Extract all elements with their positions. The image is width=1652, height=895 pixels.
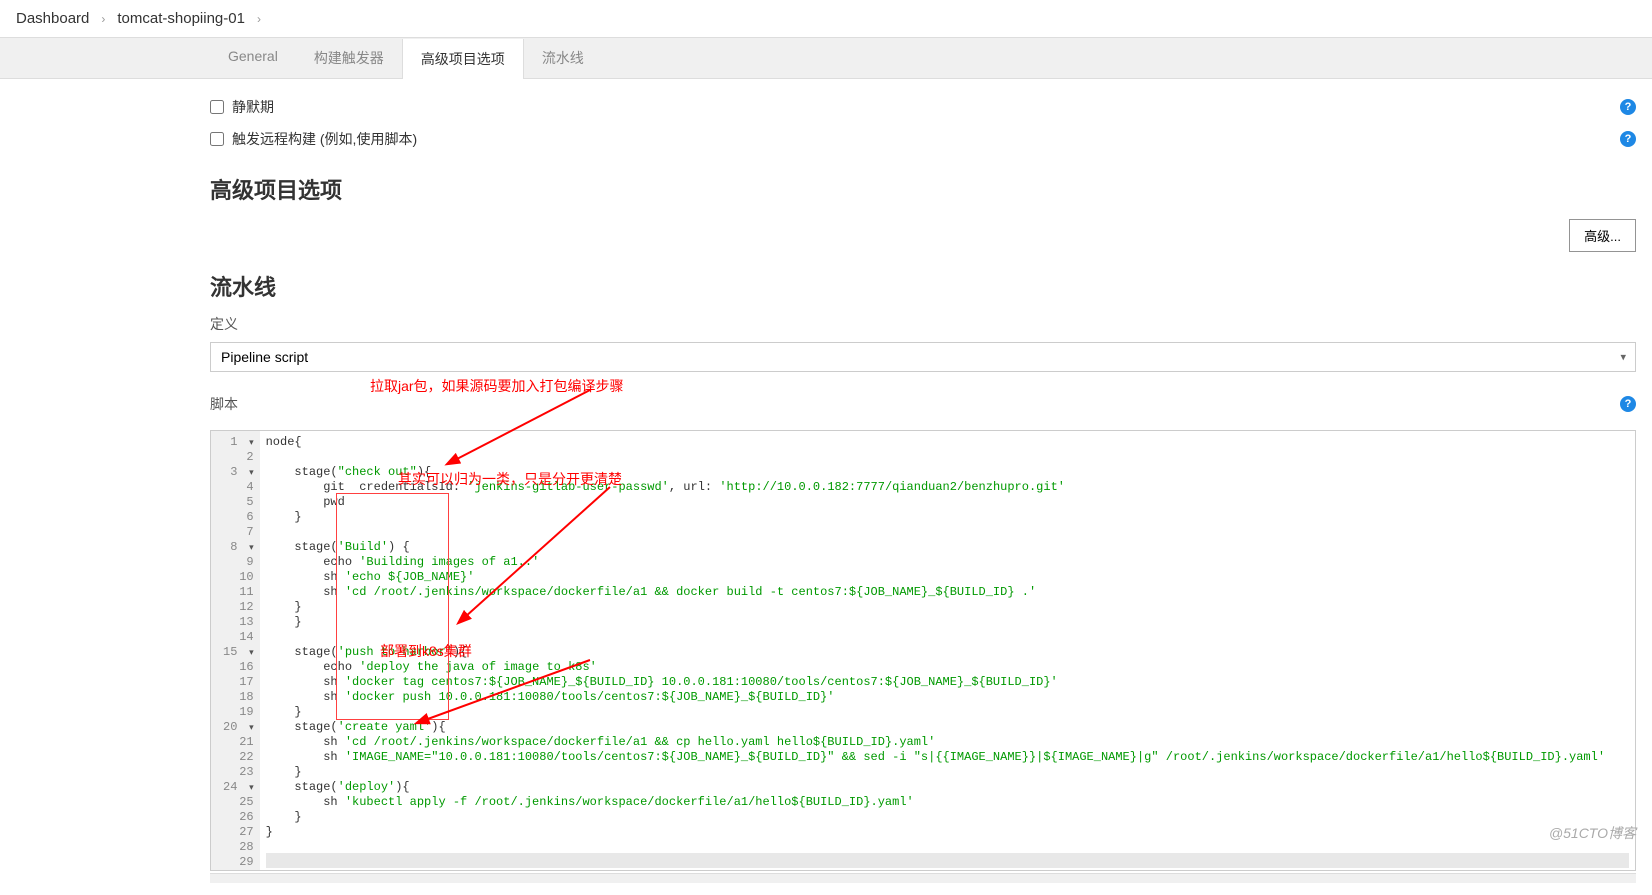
remote-trigger-checkbox[interactable] xyxy=(210,132,224,146)
help-icon[interactable]: ? xyxy=(1620,99,1636,115)
chevron-right-icon: › xyxy=(257,12,261,26)
script-label-row: 脚本 ? xyxy=(210,386,1636,422)
chevron-right-icon: › xyxy=(101,12,105,26)
definition-select[interactable]: Pipeline script xyxy=(210,342,1636,372)
section-pipeline-heading: 流水线 xyxy=(210,270,1636,302)
help-icon[interactable]: ? xyxy=(1620,131,1636,147)
tabs-bar: General 构建触发器 高级项目选项 流水线 xyxy=(0,37,1652,79)
code-editor[interactable]: 1 ▾2 3 ▾4 5 6 7 8 ▾9 10 11 12 13 14 15 ▾… xyxy=(210,430,1636,871)
definition-label: 定义 xyxy=(210,314,1636,334)
breadcrumb-dashboard[interactable]: Dashboard xyxy=(16,10,89,27)
breadcrumb: Dashboard › tomcat-shopiing-01 › xyxy=(0,0,1652,37)
tab-build-triggers[interactable]: 构建触发器 xyxy=(296,38,402,78)
quiet-period-label: 静默期 xyxy=(232,97,274,117)
quiet-period-checkbox[interactable] xyxy=(210,100,224,114)
main-content: 静默期 ? 触发远程构建 (例如,使用脚本) ? 高级项目选项 高级... 流水… xyxy=(0,79,1652,895)
advanced-button-row: 高级... xyxy=(210,219,1636,252)
breadcrumb-project[interactable]: tomcat-shopiing-01 xyxy=(117,10,245,27)
tab-general[interactable]: General xyxy=(210,38,296,78)
editor-gutter: 1 ▾2 3 ▾4 5 6 7 8 ▾9 10 11 12 13 14 15 ▾… xyxy=(211,431,260,870)
help-icon[interactable]: ? xyxy=(1620,396,1636,412)
advanced-button[interactable]: 高级... xyxy=(1569,219,1636,252)
tab-pipeline[interactable]: 流水线 xyxy=(524,38,602,78)
remote-trigger-label: 触发远程构建 (例如,使用脚本) xyxy=(232,129,417,149)
definition-select-row: Pipeline script ▾ xyxy=(210,342,1636,372)
editor-code[interactable]: node{ stage("check out"){ git credential… xyxy=(260,431,1635,870)
checkbox-row-remote: 触发远程构建 (例如,使用脚本) ? xyxy=(210,123,1636,155)
tab-advanced-options[interactable]: 高级项目选项 xyxy=(402,39,524,79)
section-advanced-heading: 高级项目选项 xyxy=(210,173,1636,205)
horizontal-scrollbar[interactable] xyxy=(210,873,1636,883)
checkbox-row-quiet: 静默期 ? xyxy=(210,91,1636,123)
watermark: @51CTO博客 xyxy=(1549,823,1636,843)
script-label: 脚本 xyxy=(210,394,238,414)
